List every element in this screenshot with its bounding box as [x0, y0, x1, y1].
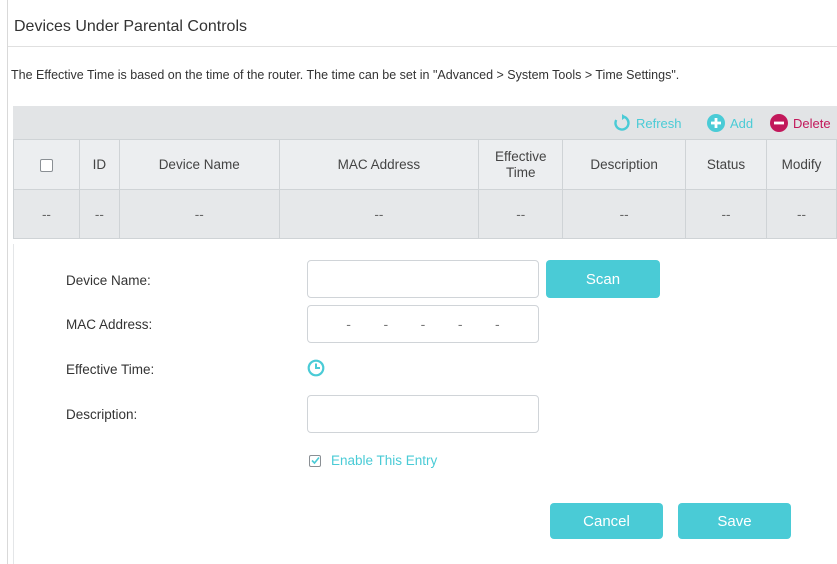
mac-separator: -: [383, 316, 389, 332]
select-all-cell[interactable]: [13, 139, 80, 190]
col-id: ID: [78, 139, 120, 190]
scan-button[interactable]: Scan: [546, 260, 660, 298]
device-name-label: Device Name:: [66, 273, 151, 288]
col-device-name: Device Name: [118, 139, 280, 190]
mac-separator: -: [457, 316, 463, 332]
cell-mac-address: --: [278, 189, 480, 239]
cell-description: --: [562, 189, 687, 239]
device-name-input[interactable]: [307, 260, 539, 298]
checkmark-icon: [310, 456, 320, 465]
table-toolbar: Refresh Add Delete: [13, 106, 837, 140]
mac-address-input[interactable]: - - - - -: [307, 305, 539, 343]
cancel-button[interactable]: Cancel: [550, 503, 663, 539]
col-mac-address: MAC Address: [278, 139, 480, 190]
delete-icon: [770, 114, 788, 132]
table-row: -- -- -- -- -- -- -- --: [13, 189, 837, 239]
refresh-label: Refresh: [636, 115, 682, 131]
col-effective-time: Effective Time: [478, 139, 564, 190]
mac-separator: -: [346, 316, 351, 332]
col-status: Status: [685, 139, 767, 190]
description-label: Description:: [66, 407, 138, 422]
cell-modify: --: [765, 189, 837, 239]
save-button[interactable]: Save: [678, 503, 791, 539]
select-all-checkbox[interactable]: [39, 158, 53, 172]
cell-effective-time: --: [478, 189, 564, 239]
delete-label: Delete: [793, 115, 831, 131]
mac-separator: -: [495, 316, 500, 332]
devices-table: ID Device Name MAC Address Effective Tim…: [13, 139, 837, 239]
cell-status: --: [685, 189, 767, 239]
cell-id: --: [78, 189, 120, 239]
delete-button[interactable]: Delete: [770, 106, 831, 140]
mac-separator: -: [420, 316, 426, 332]
enable-entry-label: Enable This Entry: [331, 453, 438, 468]
add-icon: [707, 114, 725, 132]
add-button[interactable]: Add: [707, 106, 753, 140]
enable-entry-checkbox[interactable]: [309, 454, 321, 467]
enable-entry-toggle[interactable]: Enable This Entry: [309, 453, 437, 468]
refresh-button[interactable]: Refresh: [613, 106, 682, 140]
mac-address-label: MAC Address:: [66, 317, 153, 332]
cell-device-name: --: [118, 189, 280, 239]
edit-panel: Device Name: Scan MAC Address: - - - - -…: [13, 244, 837, 564]
col-modify: Modify: [765, 139, 837, 190]
table-header-row: ID Device Name MAC Address Effective Tim…: [13, 139, 837, 190]
cell-select: --: [13, 189, 80, 239]
add-label: Add: [730, 115, 754, 131]
clock-icon[interactable]: [307, 359, 325, 377]
page-title: Devices Under Parental Controls: [14, 18, 247, 35]
effective-time-label: Effective Time:: [66, 362, 155, 377]
frame-border: [7, 0, 8, 564]
refresh-icon: [614, 114, 630, 131]
col-description: Description: [562, 139, 687, 190]
title-divider: [8, 46, 837, 47]
description-input[interactable]: [307, 395, 539, 433]
time-note: The Effective Time is based on the time …: [11, 68, 680, 82]
